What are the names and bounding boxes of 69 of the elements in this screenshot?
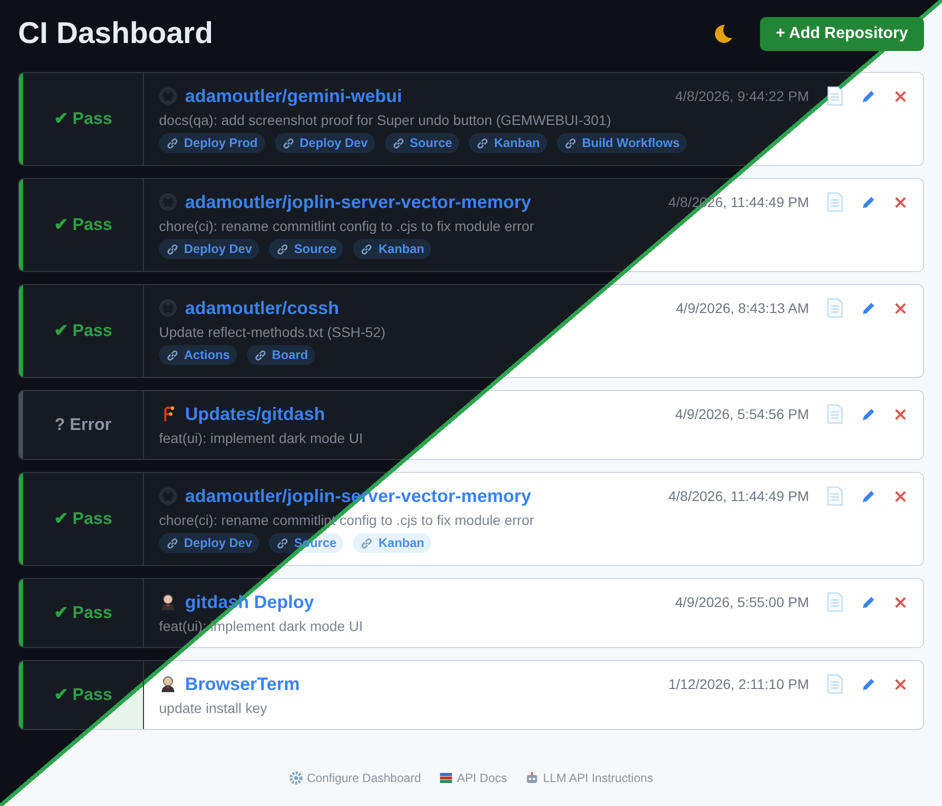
link-icon [166, 136, 179, 150]
link-icon [276, 242, 290, 256]
delete-icon[interactable] [894, 408, 907, 420]
link-tag[interactable]: Source [269, 239, 344, 259]
timestamp: 4/9/2026, 5:55:00 PM [675, 592, 809, 612]
add-repository-button[interactable]: + Add Repository [760, 17, 924, 51]
link-icon [254, 348, 267, 362]
status-cell: ✔ Pass [19, 579, 144, 647]
timestamp: 1/12/2026, 2:11:10 PM [668, 674, 809, 694]
edit-icon[interactable] [861, 194, 876, 210]
status-cell: ✔ Pass [19, 473, 144, 565]
timestamp: 4/8/2026, 11:44:49 PM [668, 486, 809, 506]
link-tag[interactable]: Deploy Dev [159, 533, 260, 553]
link-icon [564, 136, 577, 150]
log-icon[interactable] [827, 86, 843, 106]
commit-message: chore(ci): rename commitlint config to .cjs to fix module error [159, 217, 536, 235]
timestamp: 4/9/2026, 8:43:13 AM [676, 298, 809, 318]
link-tag[interactable]: Deploy Dev [274, 133, 375, 153]
link-icon [276, 536, 290, 550]
link-tag[interactable]: Build Workflows [556, 133, 687, 153]
commit-message: feat(ui): implement dark mode UI [159, 429, 364, 447]
commit-message: Update reflect-methods.txt (SSH-52) [159, 323, 386, 341]
status-cell: ? Error [19, 391, 144, 459]
link-icon [166, 536, 179, 550]
delete-icon[interactable] [894, 596, 907, 608]
delete-icon[interactable] [894, 678, 907, 690]
link-icon [360, 536, 374, 550]
link-icon [282, 136, 295, 150]
link-tag[interactable]: Deploy Dev [159, 239, 260, 259]
edit-icon[interactable] [861, 488, 876, 504]
delete-icon[interactable] [894, 90, 907, 102]
page-title: CI Dashboard [18, 16, 214, 52]
link-icon [392, 136, 405, 150]
timestamp: 4/9/2026, 5:54:56 PM [675, 404, 809, 424]
commit-message: feat(ui): implement dark mode UI [159, 617, 364, 635]
link-tag[interactable]: Kanban [469, 133, 547, 153]
link-icon [360, 242, 374, 256]
timestamp: 4/8/2026, 9:44:22 PM [675, 86, 809, 106]
link-icon [166, 242, 179, 256]
link-tag[interactable]: Actions [159, 345, 237, 365]
link-tag[interactable]: Source [384, 133, 460, 153]
status-cell: ✔ Pass [19, 661, 144, 729]
link-tag[interactable]: Kanban [353, 533, 432, 553]
edit-icon[interactable] [861, 676, 876, 692]
footer-link[interactable]: API Docs [439, 770, 508, 786]
link-tag[interactable]: Kanban [353, 239, 432, 259]
edit-icon[interactable] [861, 300, 876, 316]
edit-icon[interactable] [861, 88, 876, 104]
repo-link[interactable]: adamoutler/joplin-server-vector-memory [185, 191, 668, 213]
link-icon [166, 348, 179, 362]
delete-icon[interactable] [894, 302, 907, 314]
edit-icon[interactable] [861, 406, 876, 422]
commit-message: update install key [159, 699, 268, 717]
repo-link[interactable]: BrowserTerm [185, 673, 668, 695]
link-tag[interactable]: Deploy Prod [159, 133, 265, 153]
delete-icon[interactable] [894, 196, 907, 208]
status-cell: ✔ Pass [19, 179, 144, 271]
repo-link[interactable]: adamoutler/gemini-webui [185, 85, 676, 107]
footer-link[interactable]: Configure Dashboard [288, 770, 421, 786]
footer-link[interactable]: LLM API Instructions [525, 770, 654, 786]
link-icon [476, 136, 490, 150]
delete-icon[interactable] [894, 490, 907, 502]
link-tag[interactable]: Board [246, 345, 315, 365]
repo-link[interactable]: Updates/gitdash [185, 403, 676, 425]
status-cell: ✔ Pass [19, 285, 144, 377]
repo-link[interactable]: adamoutler/cossh [185, 297, 676, 319]
edit-icon[interactable] [861, 594, 876, 610]
commit-message: docs(qa): add screenshot proof for Super undo button (GEMWEBUI-301) [159, 111, 612, 129]
status-cell: ✔ Pass [19, 73, 144, 165]
